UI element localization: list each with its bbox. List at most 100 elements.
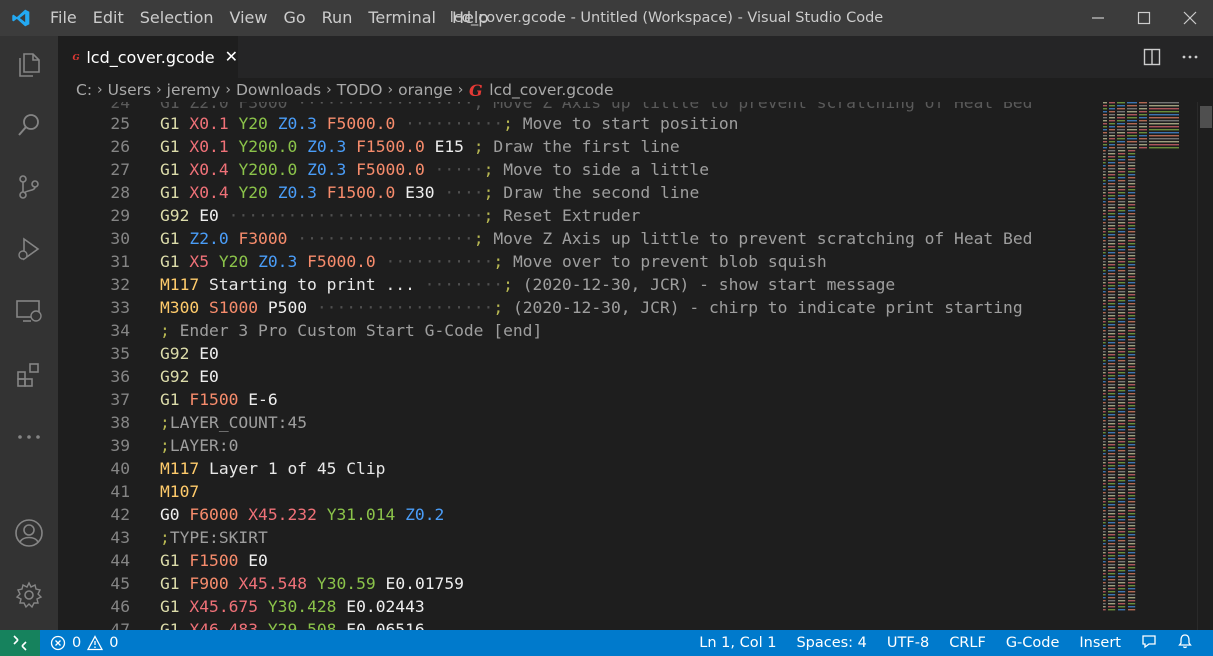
scrollbar-thumb[interactable]	[1200, 106, 1212, 128]
code-text: G0 F6000 X45.232 Y31.014 Z0.2	[160, 505, 445, 524]
minimize-button[interactable]	[1075, 0, 1121, 36]
status-bar: 0 0 Ln 1, Col 1 Spaces: 4 UTF-8 CRLF G-C…	[0, 630, 1213, 656]
code-line[interactable]: 28 G1 X0.4 Y20 Z0.3 F1500.0 E30 ····; Dra…	[58, 181, 1098, 204]
code-line[interactable]: 25 G1 X0.1 Y20 Z0.3 F5000.0 ··········; M…	[58, 112, 1098, 135]
code-text: M117 Starting to print ... ········; (20…	[160, 275, 896, 294]
tab-lcd-cover[interactable]: G lcd_cover.gcode ✕	[58, 36, 238, 78]
source-control-icon[interactable]	[0, 162, 58, 212]
svg-text:G: G	[469, 81, 483, 99]
code-line[interactable]: 40 M117 Layer 1 of 45 Clip	[58, 457, 1098, 480]
run-debug-icon[interactable]	[0, 224, 58, 274]
code-line[interactable]: 38 ;LAYER_COUNT:45	[58, 411, 1098, 434]
code-line[interactable]: 33 M300 S1000 P500 ··················; (2…	[58, 296, 1098, 319]
more-actions-icon[interactable]	[1181, 48, 1199, 66]
code-text: G92 E0	[160, 344, 219, 363]
breadcrumb-file[interactable]: lcd_cover.gcode	[489, 81, 613, 99]
breadcrumb-downloads[interactable]: Downloads	[236, 81, 321, 99]
code-text: ; Ender 3 Pro Custom Start G-Code [end]	[160, 321, 543, 340]
minimap[interactable]	[1099, 102, 1195, 630]
code-line[interactable]: 46 G1 X45.675 Y30.428 E0.02443	[58, 595, 1098, 618]
code-line[interactable]: 41 M107	[58, 480, 1098, 503]
explorer-icon[interactable]	[0, 40, 58, 90]
vertical-scrollbar[interactable]	[1197, 102, 1213, 630]
account-icon[interactable]	[0, 508, 58, 558]
problems-indicator[interactable]: 0 0	[50, 635, 118, 651]
code-line[interactable]: 39 ;LAYER:0	[58, 434, 1098, 457]
menu-go[interactable]: Go	[275, 0, 313, 36]
vim-mode[interactable]: Insert	[1069, 635, 1131, 651]
code-line[interactable]: 42 G0 F6000 X45.232 Y31.014 Z0.2	[58, 503, 1098, 526]
breadcrumb-users[interactable]: Users	[108, 81, 151, 99]
line-number: 45	[110, 574, 130, 593]
menu-run[interactable]: Run	[314, 0, 361, 36]
code-text: G1 Z2.0 F3000 ··················; Move Z…	[160, 229, 1033, 248]
code-text: G1 F900 X45.548 Y30.59 E0.01759	[160, 574, 464, 593]
line-number: 41	[110, 482, 130, 501]
line-number: 38	[110, 413, 130, 432]
menu-selection[interactable]: Selection	[132, 0, 222, 36]
vscode-logo-icon	[0, 0, 42, 36]
code-text: ;LAYER_COUNT:45	[160, 413, 308, 432]
code-text: G1 X0.4 Y200.0 Z0.3 F5000.0 ·····; Move …	[160, 160, 710, 179]
menu-help[interactable]: Help	[444, 0, 496, 36]
code-line[interactable]: 45 G1 F900 X45.548 Y30.59 E0.01759	[58, 572, 1098, 595]
settings-gear-icon[interactable]	[0, 570, 58, 620]
code-line[interactable]: 34 ; Ender 3 Pro Custom Start G-Code [end…	[58, 319, 1098, 342]
remote-explorer-icon[interactable]	[0, 286, 58, 336]
status-right: Ln 1, Col 1 Spaces: 4 UTF-8 CRLF G-Code …	[689, 630, 1203, 656]
split-editor-icon[interactable]	[1143, 48, 1161, 66]
error-count: 0	[72, 635, 82, 651]
code-text: G1 X0.1 Y20 Z0.3 F5000.0 ··········; Mov…	[160, 114, 739, 133]
search-icon[interactable]	[0, 100, 58, 150]
cursor-position[interactable]: Ln 1, Col 1	[689, 635, 786, 651]
remote-indicator-button[interactable]	[0, 630, 40, 656]
menu-edit[interactable]: Edit	[85, 0, 132, 36]
line-number: 27	[110, 160, 130, 179]
code-editor[interactable]: 24 G1 Z2.0 F3000 ··················; Move…	[58, 102, 1213, 630]
code-text: G1 X0.1 Y200.0 Z0.3 F1500.0 E15 ; Draw t…	[160, 137, 680, 156]
line-number: 34	[110, 321, 130, 340]
tab-close-icon[interactable]: ✕	[225, 47, 238, 67]
code-line[interactable]: 27 G1 X0.4 Y200.0 Z0.3 F5000.0 ·····; Mov…	[58, 158, 1098, 181]
code-line[interactable]: 47 G1 X46.483 Y29.508 E0.06516	[58, 618, 1098, 630]
notifications-bell-icon[interactable]	[1167, 633, 1203, 653]
maximize-button[interactable]	[1121, 0, 1167, 36]
extensions-icon[interactable]	[0, 350, 58, 400]
language-mode[interactable]: G-Code	[996, 635, 1070, 651]
code-line[interactable]: 35 G92 E0	[58, 342, 1098, 365]
menu-view[interactable]: View	[222, 0, 276, 36]
breadcrumb-drive[interactable]: C:	[76, 81, 92, 99]
line-number: 47	[110, 620, 130, 630]
code-line[interactable]: 32 M117 Starting to print ... ········; (…	[58, 273, 1098, 296]
tab-label: lcd_cover.gcode	[86, 47, 215, 67]
breadcrumb-orange[interactable]: orange	[398, 81, 453, 99]
chevron-right-icon: ›	[387, 82, 394, 98]
code-line[interactable]: 36 G92 E0	[58, 365, 1098, 388]
more-icon[interactable]	[0, 412, 58, 462]
remote-icon	[13, 635, 27, 651]
warning-count: 0	[109, 635, 119, 651]
code-text: G1 F1500 E-6	[160, 390, 278, 409]
code-line[interactable]: 31 G1 X5 Y20 Z0.3 F5000.0 ···········; Mo…	[58, 250, 1098, 273]
breadcrumb-jeremy[interactable]: jeremy	[167, 81, 221, 99]
code-text: ;LAYER:0	[160, 436, 239, 455]
line-number: 31	[110, 252, 130, 271]
code-line[interactable]: 44 G1 F1500 E0	[58, 549, 1098, 572]
line-number: 33	[110, 298, 130, 317]
error-icon	[50, 635, 66, 651]
encoding[interactable]: UTF-8	[877, 635, 939, 651]
breadcrumb-todo[interactable]: TODO	[337, 81, 383, 99]
menu-terminal[interactable]: Terminal	[360, 0, 444, 36]
close-window-button[interactable]	[1167, 0, 1213, 36]
line-endings[interactable]: CRLF	[939, 635, 996, 651]
code-line[interactable]: 29 G92 E0 ··························; Res…	[58, 204, 1098, 227]
indentation[interactable]: Spaces: 4	[786, 635, 876, 651]
code-line[interactable]: 26 G1 X0.1 Y200.0 Z0.3 F1500.0 E15 ; Draw…	[58, 135, 1098, 158]
code-line[interactable]: 30 G1 Z2.0 F3000 ··················; Move…	[58, 227, 1098, 250]
menu-file[interactable]: File	[42, 0, 85, 36]
code-line[interactable]: 37 G1 F1500 E-6	[58, 388, 1098, 411]
line-number: 44	[110, 551, 130, 570]
code-line[interactable]: 43 ;TYPE:SKIRT	[58, 526, 1098, 549]
feedback-icon[interactable]	[1131, 633, 1167, 653]
line-number: 37	[110, 390, 130, 409]
